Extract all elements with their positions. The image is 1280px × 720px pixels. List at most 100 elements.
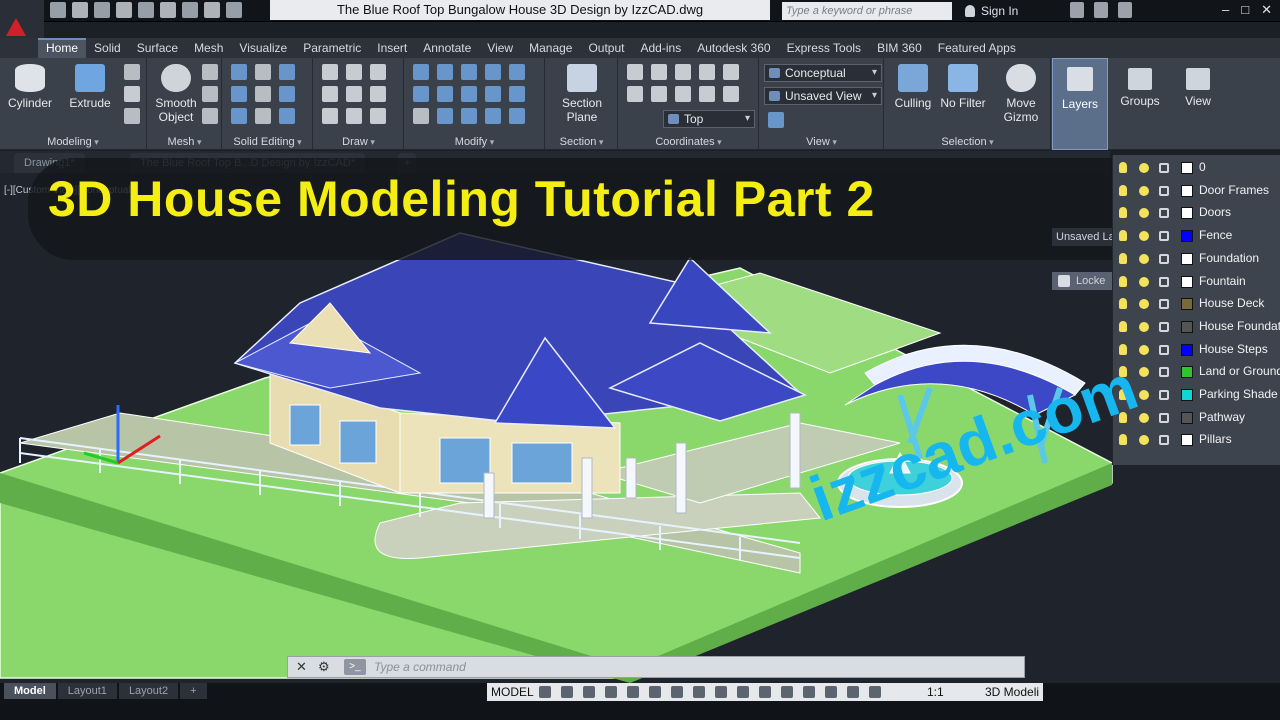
maximize-icon[interactable]: □ xyxy=(1241,2,1249,18)
annotation-scale[interactable]: 1:1 xyxy=(927,685,944,699)
box-icon[interactable] xyxy=(124,108,140,124)
a360-icon[interactable] xyxy=(1094,2,1108,18)
layer-freeze-icon[interactable] xyxy=(1139,185,1149,196)
layer-lock-icon[interactable] xyxy=(1159,344,1169,355)
layer-state-dropdown[interactable]: Unsaved La xyxy=(1052,228,1112,246)
tab-add-ins[interactable]: Add-ins xyxy=(633,38,690,58)
layer-lock-icon[interactable] xyxy=(1159,367,1169,378)
help-icon[interactable] xyxy=(1118,2,1132,18)
object-snap-icon[interactable] xyxy=(671,686,683,698)
polygon-icon[interactable] xyxy=(322,108,338,124)
intersect-icon[interactable] xyxy=(231,108,247,124)
construction-line-icon[interactable] xyxy=(346,86,362,102)
lineweight-icon[interactable] xyxy=(693,686,705,698)
layer-row-doors[interactable]: Doors xyxy=(1113,202,1280,224)
ucs-icon[interactable] xyxy=(627,64,643,80)
layer-on-icon[interactable] xyxy=(1119,230,1127,242)
layer-lock-icon[interactable] xyxy=(1159,299,1169,310)
mesh-smooth-less-icon[interactable] xyxy=(202,86,218,102)
circle-icon[interactable] xyxy=(370,86,386,102)
tab-output[interactable]: Output xyxy=(580,38,632,58)
locked-layer-fade[interactable]: Locke xyxy=(1052,272,1112,290)
layer-lock-icon[interactable] xyxy=(1159,435,1169,446)
model-tab[interactable]: Model xyxy=(4,683,56,699)
ucs-x-icon[interactable] xyxy=(627,86,643,102)
layer-row-house-foundation[interactable]: House Foundation xyxy=(1113,316,1280,338)
layer-lock-icon[interactable] xyxy=(1159,208,1169,219)
separate-icon[interactable] xyxy=(279,64,295,80)
auto-scale-icon[interactable] xyxy=(869,686,881,698)
layer-on-icon[interactable] xyxy=(1119,275,1127,287)
layer-color-swatch[interactable] xyxy=(1181,343,1193,356)
copy-icon[interactable] xyxy=(437,86,453,102)
ucs-world-icon[interactable] xyxy=(651,64,667,80)
layer-row-door-frames[interactable]: Door Frames xyxy=(1113,180,1280,202)
layer-on-icon[interactable] xyxy=(1119,434,1127,446)
layer-row-fence[interactable]: Fence xyxy=(1113,225,1280,247)
interfere-icon[interactable] xyxy=(255,86,271,102)
layout2-tab[interactable]: Layout2 xyxy=(118,683,179,699)
layer-row-pillars[interactable]: Pillars xyxy=(1113,429,1280,451)
culling-button[interactable]: Culling xyxy=(885,64,941,110)
layer-color-swatch[interactable] xyxy=(1181,252,1193,265)
align-icon[interactable] xyxy=(461,108,477,124)
add-layout-tab[interactable]: + xyxy=(180,683,207,699)
draw-group-label[interactable]: Draw xyxy=(314,136,403,148)
subtract-icon[interactable] xyxy=(231,86,247,102)
layer-color-swatch[interactable] xyxy=(1181,275,1193,288)
tab-surface[interactable]: Surface xyxy=(129,38,186,58)
close-icon[interactable]: ✕ xyxy=(1261,2,1272,18)
search-input[interactable]: Type a keyword or phrase xyxy=(782,2,952,20)
tab-insert[interactable]: Insert xyxy=(369,38,415,58)
layer-freeze-icon[interactable] xyxy=(1139,344,1149,355)
point-icon[interactable] xyxy=(370,108,386,124)
object-snap-tracking-icon[interactable] xyxy=(649,686,661,698)
spline-icon[interactable] xyxy=(322,86,338,102)
groups-button[interactable]: Groups xyxy=(1112,58,1168,150)
tab-autodesk-360[interactable]: Autodesk 360 xyxy=(689,38,778,58)
layer-color-swatch[interactable] xyxy=(1181,320,1193,333)
explode-icon[interactable] xyxy=(485,64,501,80)
layer-lock-icon[interactable] xyxy=(1159,321,1169,332)
layer-row-house-deck[interactable]: House Deck xyxy=(1113,293,1280,315)
layer-freeze-icon[interactable] xyxy=(1139,276,1149,287)
save-icon[interactable] xyxy=(94,2,110,18)
layer-color-swatch[interactable] xyxy=(1181,411,1193,424)
named-view-dropdown[interactable]: Unsaved View xyxy=(764,87,882,105)
cylinder-button[interactable]: Cylinder xyxy=(2,64,58,110)
mesh-refine-icon[interactable] xyxy=(202,108,218,124)
layer-freeze-icon[interactable] xyxy=(1139,321,1149,332)
rotate-icon[interactable] xyxy=(437,64,453,80)
tab-express-tools[interactable]: Express Tools xyxy=(779,38,869,58)
selection-group-label[interactable]: Selection xyxy=(885,136,1050,148)
section-plane-button[interactable]: Section Plane xyxy=(554,64,610,124)
ucs-y-icon[interactable] xyxy=(651,86,667,102)
selection-filter-icon[interactable] xyxy=(803,686,815,698)
layer-row-foundation[interactable]: Foundation xyxy=(1113,248,1280,270)
new-icon[interactable] xyxy=(50,2,66,18)
array-icon[interactable] xyxy=(509,64,525,80)
layer-freeze-icon[interactable] xyxy=(1139,390,1149,400)
3d-array-icon[interactable] xyxy=(509,108,525,124)
layer-color-swatch[interactable] xyxy=(1181,298,1193,311)
layer-freeze-icon[interactable] xyxy=(1139,208,1149,219)
ucs-3point-icon[interactable] xyxy=(723,64,739,80)
tab-bim-360[interactable]: BIM 360 xyxy=(869,38,930,58)
scale-icon[interactable] xyxy=(437,108,453,124)
layer-on-icon[interactable] xyxy=(1119,184,1127,196)
command-prompt-icon[interactable]: >_ xyxy=(344,659,366,675)
ucs-object-icon[interactable] xyxy=(723,86,739,102)
viewport-config-icon[interactable] xyxy=(768,112,784,128)
layer-lock-icon[interactable] xyxy=(1159,163,1169,173)
ucs-origin-icon[interactable] xyxy=(675,64,691,80)
ucs-zaxis-icon[interactable] xyxy=(699,64,715,80)
tab-home[interactable]: Home xyxy=(38,38,87,58)
minimize-icon[interactable]: – xyxy=(1222,2,1229,18)
layer-on-icon[interactable] xyxy=(1119,207,1127,219)
no-filter-button[interactable]: No Filter xyxy=(935,64,991,110)
layer-freeze-icon[interactable] xyxy=(1139,163,1149,173)
tab-parametric[interactable]: Parametric xyxy=(295,38,369,58)
mirror-icon[interactable] xyxy=(461,86,477,102)
section-group-label[interactable]: Section xyxy=(546,136,617,148)
view-group-label[interactable]: View xyxy=(760,136,883,148)
